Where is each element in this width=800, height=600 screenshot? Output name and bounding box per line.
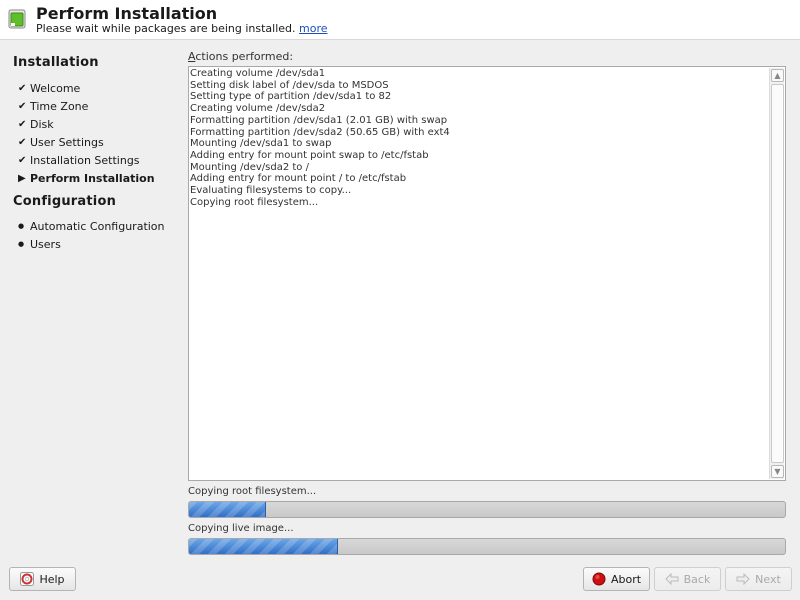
bullet-icon: ●	[18, 222, 25, 230]
step-label: User Settings	[30, 135, 104, 149]
current-arrow-icon: ▶	[18, 172, 26, 184]
next-arrow-icon	[736, 573, 750, 585]
steps-sidebar: Installation ✔ Welcome ✔ Time Zone ✔ Dis…	[0, 41, 180, 561]
actions-label: Actions performed:	[188, 50, 293, 63]
progress-fill	[189, 502, 267, 517]
checkmark-icon: ✔	[18, 154, 27, 166]
next-button[interactable]: Next	[725, 567, 792, 591]
log-line: Formatting partition /dev/sda1 (2.01 GB)…	[190, 114, 448, 126]
step-automatic-configuration: ● Automatic Configuration	[18, 218, 165, 234]
subtitle-text: Please wait while packages are being ins…	[36, 22, 296, 35]
scroll-down-icon[interactable]: ▼	[771, 465, 784, 478]
help-label: Help	[39, 572, 65, 586]
step-label: Automatic Configuration	[30, 219, 165, 233]
log-line: Creating volume /dev/sda1	[190, 68, 326, 79]
step-users: ● Users	[18, 236, 61, 252]
log-line: Mounting /dev/sda1 to swap	[190, 138, 332, 150]
bullet-icon: ●	[18, 240, 25, 248]
step-time-zone: ✔ Time Zone	[18, 98, 88, 114]
step-label: Users	[30, 237, 61, 251]
step-installation-settings: ✔ Installation Settings	[18, 152, 140, 168]
step-label: Time Zone	[30, 99, 89, 113]
header-bar: Perform Installation Please wait while p…	[0, 0, 800, 40]
section-title-installation: Installation	[13, 55, 99, 70]
step-label: Installation Settings	[30, 153, 140, 167]
log-line: Evaluating filesystems to copy...	[190, 185, 352, 197]
checkmark-icon: ✔	[18, 100, 27, 112]
page-title: Perform Installation	[36, 4, 218, 23]
section-title-configuration: Configuration	[13, 194, 117, 209]
progress-fill	[189, 539, 338, 554]
next-label: Next	[755, 572, 781, 586]
progress-bar-live-image	[188, 538, 786, 555]
stop-red-icon	[592, 572, 606, 586]
log-line: Mounting /dev/sda2 to /	[190, 161, 309, 173]
actions-label-text: ctions performed:	[195, 50, 294, 63]
log-line: Creating volume /dev/sda2	[190, 103, 326, 115]
log-scrollbar[interactable]: ▲ ▼	[769, 68, 784, 479]
progress-bar-root	[188, 501, 786, 518]
step-label: Disk	[30, 117, 54, 131]
log-line: Adding entry for mount point / to /etc/f…	[190, 173, 407, 185]
log-line: Setting type of partition /dev/sda1 to 8…	[190, 91, 392, 103]
abort-button[interactable]: Abort	[583, 567, 650, 591]
step-user-settings: ✔ User Settings	[18, 134, 104, 150]
log-line: Copying root filesystem...	[190, 196, 319, 208]
back-label: Back	[683, 572, 711, 586]
page-subtitle: Please wait while packages are being ins…	[36, 22, 328, 35]
abort-label: Abort	[610, 572, 642, 586]
lifebuoy-icon	[20, 572, 35, 586]
step-label: Welcome	[30, 81, 81, 95]
help-button[interactable]: Help	[9, 567, 76, 591]
progress-label-root: Copying root filesystem...	[188, 486, 317, 497]
log-line: Formatting partition /dev/sda2 (50.65 GB…	[190, 126, 450, 138]
checkmark-icon: ✔	[18, 136, 27, 148]
installer-app-icon	[8, 9, 26, 29]
scroll-thumb[interactable]	[771, 84, 784, 463]
log-line: Setting disk label of /dev/sda to MSDOS	[190, 79, 389, 91]
actions-log[interactable]: Creating volume /dev/sda1 Setting disk l…	[188, 66, 786, 481]
step-label: Perform Installation	[30, 171, 155, 185]
progress-label-live-image: Copying live image...	[188, 523, 294, 534]
checkmark-icon: ✔	[18, 118, 27, 130]
step-welcome: ✔ Welcome	[18, 80, 80, 96]
step-perform-installation: ▶ Perform Installation	[18, 170, 155, 186]
log-line: Adding entry for mount point swap to /et…	[190, 149, 429, 161]
step-disk: ✔ Disk	[18, 116, 54, 132]
scroll-up-icon[interactable]: ▲	[771, 69, 784, 82]
checkmark-icon: ✔	[18, 82, 27, 94]
more-link[interactable]: more	[299, 22, 328, 35]
back-button[interactable]: Back	[654, 567, 721, 591]
log-lines: Creating volume /dev/sda1 Setting disk l…	[190, 68, 767, 208]
back-arrow-icon	[664, 573, 679, 585]
